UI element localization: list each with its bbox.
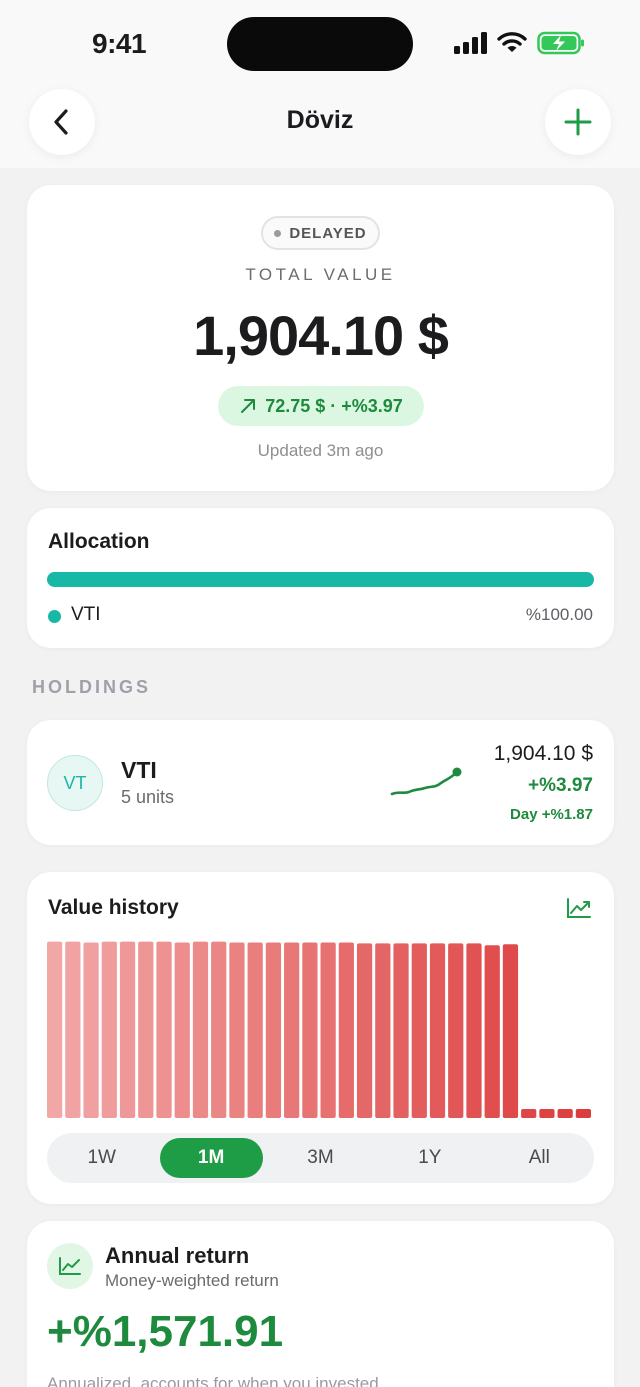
range-tab-1y[interactable]: 1Y [378, 1138, 481, 1178]
value-history-bar [320, 942, 336, 1118]
value-history-bar [466, 943, 482, 1118]
annual-return-title: Annual return [105, 1243, 250, 1268]
value-history-bar [229, 942, 245, 1118]
value-history-bar [484, 945, 500, 1118]
updated-time: Updated 3m ago [257, 441, 384, 460]
wifi-icon [497, 32, 527, 52]
value-history-bar [375, 943, 391, 1118]
value-history-bar [211, 941, 227, 1118]
holding-avatar: VT [47, 755, 103, 811]
value-history-bar [174, 942, 190, 1118]
value-history-bar [192, 941, 209, 1118]
value-history-bar [338, 942, 354, 1118]
value-history-bar [575, 1109, 591, 1118]
annual-return-subtitle: Money-weighted return [105, 1271, 279, 1290]
plus-icon [564, 108, 592, 136]
arrow-up-right-icon [241, 399, 256, 413]
holding-change: +%3.97 [528, 775, 593, 796]
value-history-bar [138, 941, 154, 1118]
line-chart-icon[interactable] [565, 896, 593, 920]
allocation-bar [47, 572, 594, 587]
value-history-bar [557, 1109, 573, 1118]
value-history-bar [284, 942, 300, 1118]
dynamic-island [227, 17, 413, 71]
annual-return-value: +%1,571.91 [47, 1307, 284, 1356]
value-history-bar [521, 1109, 537, 1118]
annual-return-note: Annualized, accounts for when you invest… [47, 1374, 379, 1387]
total-value-label: TOTAL VALUE [245, 265, 396, 284]
total-change-badge: 72.75 $ · +%3.97 [218, 386, 424, 426]
value-history-bar [83, 942, 99, 1118]
holdings-section-label: HOLDINGS [32, 677, 152, 697]
delayed-label: DELAYED [289, 224, 367, 242]
allocation-item-percent: %100.00 [525, 605, 593, 624]
holding-day-change: Day +%1.87 [510, 806, 593, 823]
add-button[interactable] [545, 89, 611, 155]
battery-charging-icon [537, 31, 584, 55]
value-history-bar [156, 941, 172, 1118]
value-history-chart [47, 941, 591, 1118]
total-value-amount: 1,904.10 $ [193, 304, 449, 367]
value-history-bar [302, 942, 318, 1118]
total-value-card: DELAYED TOTAL VALUE 1,904.10 $ 72.75 $ ·… [27, 185, 614, 491]
value-history-title: Value history [48, 896, 179, 919]
range-selector: 1W 1M 3M 1Y All [47, 1133, 594, 1183]
value-history-bar [429, 943, 446, 1118]
range-tab-3m[interactable]: 3M [269, 1138, 372, 1178]
value-history-card: Value history 1W 1M 3M 1Y All [27, 872, 614, 1204]
value-history-bar [411, 943, 427, 1118]
value-history-bar [356, 943, 373, 1118]
range-tab-1m[interactable]: 1M [159, 1138, 263, 1178]
annual-return-card: Annual return Money-weighted return +%1,… [27, 1221, 614, 1387]
value-history-bar [265, 942, 282, 1118]
cellular-signal-icon [454, 32, 488, 54]
allocation-title: Allocation [48, 530, 150, 553]
value-history-bar [247, 942, 263, 1118]
value-history-bar [101, 941, 117, 1118]
value-history-bar [502, 944, 519, 1118]
delayed-badge: DELAYED [261, 216, 380, 250]
allocation-item-name: VTI [71, 604, 101, 625]
status-time: 9:41 [92, 28, 147, 59]
value-history-bar [47, 941, 63, 1118]
value-history-bar [65, 941, 81, 1118]
range-tab-all[interactable]: All [488, 1138, 591, 1178]
holding-units: 5 units [121, 787, 175, 807]
holding-row-vti[interactable]: VT VTI 5 units 1,904.10 $ +%3.97 Day +%1… [27, 720, 614, 845]
holding-sparkline [390, 767, 462, 796]
value-history-bar [393, 943, 409, 1118]
holding-name: VTI [121, 757, 157, 783]
holding-value: 1,904.10 $ [493, 742, 593, 765]
value-history-bar [119, 941, 136, 1118]
range-tab-1w[interactable]: 1W [50, 1138, 153, 1178]
value-history-bar [539, 1109, 555, 1118]
value-history-bar [448, 943, 464, 1118]
page-title: Döviz [286, 106, 354, 134]
allocation-card: Allocation VTI %100.00 [27, 508, 614, 648]
legend-dot [48, 610, 61, 623]
status-dot [274, 229, 282, 237]
trend-up-icon [47, 1243, 93, 1289]
total-change-text: 72.75 $ · +%3.97 [265, 395, 403, 416]
